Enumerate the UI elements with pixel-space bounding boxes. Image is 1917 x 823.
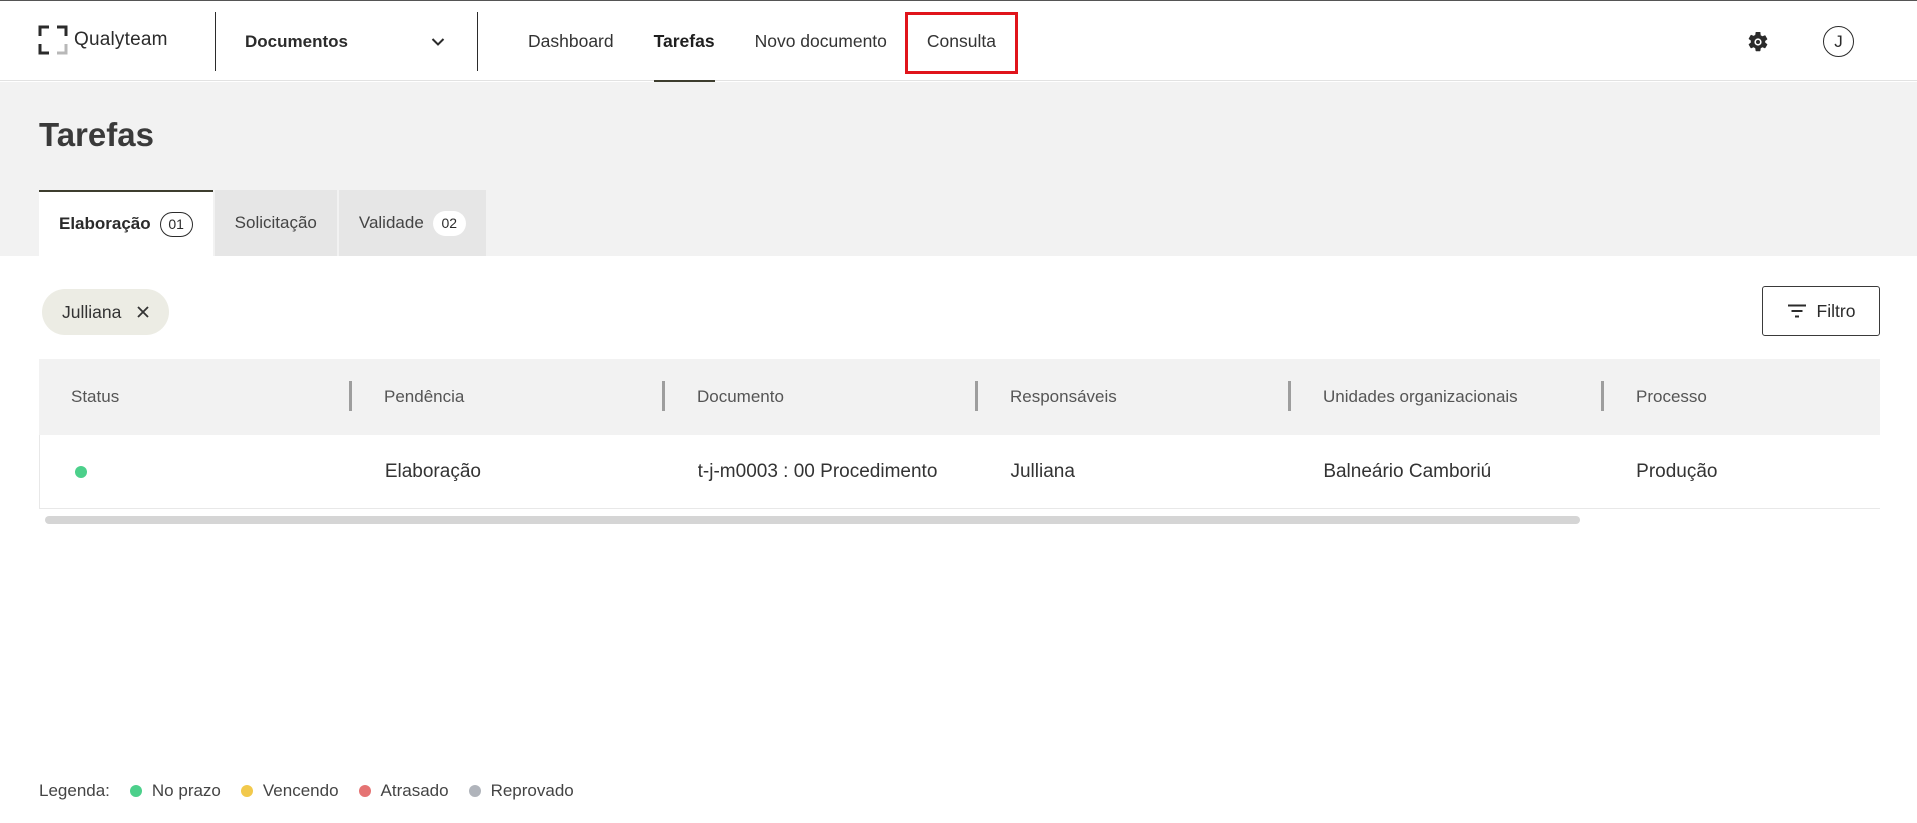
status-legend: Legenda: No prazo Vencendo Atrasado Repr… [39, 781, 594, 801]
column-header-label: Processo [1636, 387, 1707, 406]
tasks-table: Status Pendência Documento Responsáveis … [39, 359, 1880, 509]
legend-dot-no-prazo [129, 785, 142, 797]
document-link[interactable]: t-j-m0003 : 00 Procedimento [698, 461, 938, 483]
tab-solicitacao[interactable]: Solicitação [214, 190, 337, 256]
cell-pendencia: Elaboração [384, 460, 481, 482]
legend-item: Atrasado [358, 781, 449, 801]
column-header-label: Documento [697, 387, 784, 406]
nav-tarefas[interactable]: Tarefas [653, 1, 715, 82]
legend-title: Legenda: [39, 781, 110, 800]
header-divider [477, 12, 478, 71]
tab-label: Validade [358, 213, 424, 232]
filter-button[interactable]: Filtro [1762, 286, 1880, 336]
legend-dot-vencendo [240, 785, 253, 797]
filter-icon [1787, 304, 1806, 318]
cell-documento[interactable]: t-j-m0003 : 00 Procedimento [666, 435, 979, 508]
filter-button-label: Filtro [1816, 300, 1856, 321]
chevron-down-icon [431, 38, 445, 46]
legend-label: Reprovado [490, 781, 574, 800]
tab-count-badge: 01 [159, 211, 193, 237]
column-header-unidades[interactable]: Unidades organizacionais [1291, 359, 1604, 435]
column-header-label: Pendência [384, 387, 465, 406]
tab-label: Solicitação [234, 213, 317, 232]
nav-dashboard[interactable]: Dashboard [528, 1, 614, 82]
status-dot [75, 465, 87, 478]
legend-dot-reprovado [468, 785, 481, 797]
table-row[interactable]: Elaboração t-j-m0003 : 00 Procedimento J… [39, 435, 1880, 509]
tab-elaboracao[interactable]: Elaboração 01 [39, 190, 213, 256]
tab-label: Elaboração [59, 214, 151, 233]
horizontal-scrollbar[interactable] [45, 516, 1580, 524]
column-header-processo[interactable]: Processo [1604, 359, 1880, 435]
legend-dot-atrasado [358, 785, 371, 797]
cell-responsaveis: Julliana [1010, 460, 1075, 482]
column-header-status[interactable]: Status [39, 359, 352, 435]
main-nav: Dashboard Tarefas Novo documento Consult… [510, 1, 996, 82]
legend-item: Vencendo [240, 781, 339, 801]
table-header: Status Pendência Documento Responsáveis … [39, 359, 1880, 435]
module-selector[interactable]: Documentos [245, 29, 445, 55]
legend-label: No prazo [151, 781, 221, 800]
brand-name: Qualyteam [74, 29, 168, 50]
column-header-label: Unidades organizacionais [1323, 387, 1518, 406]
module-selector-label: Documentos [245, 32, 348, 51]
column-header-label: Responsáveis [1010, 387, 1117, 406]
nav-novo-documento[interactable]: Novo documento [755, 1, 887, 82]
qualyteam-logo-icon [38, 25, 68, 55]
column-header-documento[interactable]: Documento [665, 359, 978, 435]
tab-validade[interactable]: Validade 02 [338, 190, 486, 256]
legend-label: Vencendo [262, 781, 339, 800]
gear-icon[interactable] [1746, 30, 1770, 54]
legend-item: No prazo [129, 781, 221, 801]
close-icon[interactable] [135, 304, 151, 320]
column-header-responsaveis[interactable]: Responsáveis [978, 359, 1291, 435]
top-bar: Qualyteam Documentos Dashboard Tarefas N… [0, 0, 1917, 82]
legend-item: Reprovado [468, 781, 574, 801]
tab-count-badge: 02 [432, 210, 466, 236]
cell-processo: Produção [1636, 460, 1718, 482]
filter-chip-responsavel: Julliana [42, 289, 170, 335]
nav-consulta[interactable]: Consulta [927, 1, 996, 82]
cell-status [40, 435, 353, 508]
header-divider [215, 12, 216, 71]
task-tabs: Elaboração 01 Solicitação Validade 02 [39, 190, 486, 256]
logo[interactable]: Qualyteam [38, 25, 168, 55]
column-header-label: Status [71, 387, 120, 406]
legend-label: Atrasado [380, 781, 449, 800]
cell-unidades: Balneário Camboriú [1323, 460, 1492, 482]
filter-chip-label: Julliana [62, 301, 122, 322]
user-avatar[interactable]: J [1823, 26, 1854, 57]
page-title: Tarefas [39, 116, 154, 153]
column-header-pendencia[interactable]: Pendência [352, 359, 665, 435]
